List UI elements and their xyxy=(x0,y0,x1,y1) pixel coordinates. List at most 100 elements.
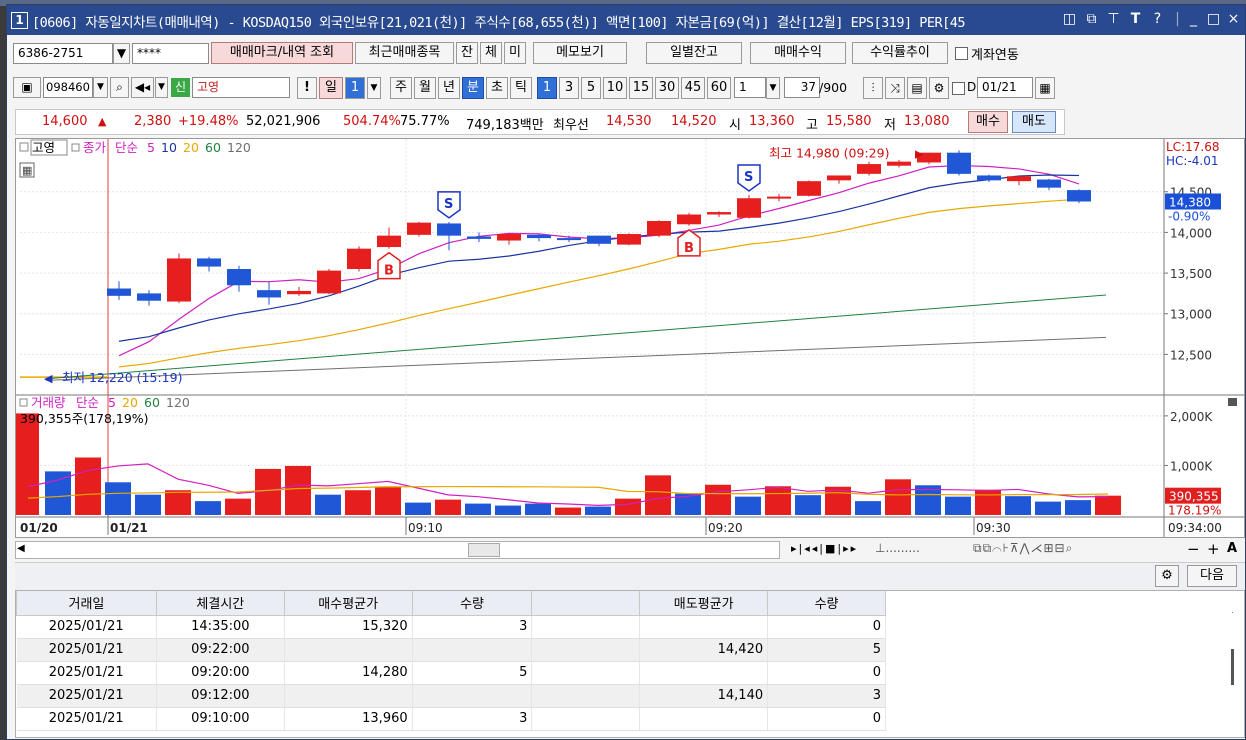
save-icon[interactable]: ▤ xyxy=(907,77,927,99)
minute-5-button[interactable]: 5 xyxy=(581,77,601,99)
volume-bar xyxy=(855,501,881,515)
period-tick-button[interactable]: 틱 xyxy=(510,77,532,99)
candle-body xyxy=(587,235,611,244)
col-sell-qty[interactable]: 수량 xyxy=(767,591,886,616)
low-note: 최저 12,220 (15:19) xyxy=(62,370,182,385)
minute-10-button[interactable]: 10 xyxy=(603,77,627,99)
trade-mark-query-button[interactable]: 매매마크/내역 조회 xyxy=(211,42,353,64)
candlestick-volume-chart[interactable]: B S B S 최고 14,980 (09:29) ▶ ◀ 최저 12,220 (15:19)… xyxy=(13,139,1244,537)
overlay-icon[interactable]: ⤨ xyxy=(885,77,905,99)
date-input[interactable]: 01/21 xyxy=(977,77,1033,98)
count-input[interactable]: 37 xyxy=(784,77,820,98)
search-icon[interactable]: ⌕ xyxy=(110,77,129,98)
pin-icon[interactable]: ⧉ xyxy=(1083,11,1100,29)
interval-dropdown-icon[interactable]: ▼ xyxy=(766,77,780,99)
interval-input[interactable]: 1 xyxy=(734,77,766,98)
period-dropdown-icon[interactable]: ▼ xyxy=(367,77,381,99)
stock-name-input[interactable]: 고영 xyxy=(192,77,290,98)
period-minute-button[interactable]: 분 xyxy=(462,77,484,99)
minute-15-button[interactable]: 15 xyxy=(629,77,653,99)
table-row[interactable]: 2025/01/21 09:10:00 13,960 3 0 xyxy=(16,707,886,731)
alert-icon[interactable]: ! xyxy=(297,77,317,99)
recent-trades-button[interactable]: 최근매매종목 xyxy=(355,42,454,64)
sound-icon[interactable]: ◀◂ xyxy=(131,77,154,98)
table-row[interactable]: 2025/01/21 09:20:00 14,280 5 0 xyxy=(16,661,886,685)
volume-bar xyxy=(1095,495,1121,515)
settings-icon[interactable]: ⚙ xyxy=(929,77,949,99)
account-dropdown-icon[interactable]: ▼ xyxy=(113,43,130,64)
candle-body xyxy=(137,293,161,301)
memo-button[interactable]: 메모보기 xyxy=(533,42,627,64)
col-blank xyxy=(531,591,641,616)
period-day-count[interactable]: 1 xyxy=(345,77,365,99)
minute-45-button[interactable]: 45 xyxy=(681,77,705,99)
price-legend-item: 60 xyxy=(205,140,221,155)
ask-price: 14,530 xyxy=(606,114,652,129)
period-month-button[interactable]: 월 xyxy=(414,77,436,99)
col-sell-avg[interactable]: 매도평균가 xyxy=(639,591,769,616)
restore-icon[interactable]: ◫ xyxy=(1061,11,1078,29)
table-row[interactable]: 2025/01/21 09:12:00 14,140 3 xyxy=(16,684,886,708)
table-cell xyxy=(412,638,533,662)
table-row[interactable]: 2025/01/21 09:22:00 14,420 5 xyxy=(16,638,886,662)
password-input[interactable]: **** xyxy=(132,43,209,64)
price-tick-label: 14,000 xyxy=(1170,226,1212,240)
calendar-icon[interactable]: ▦ xyxy=(1035,77,1055,99)
table-scrollbar[interactable] xyxy=(1231,649,1234,685)
daily-balance-button[interactable]: 일별잔고 xyxy=(646,42,742,64)
minute-30-button[interactable]: 30 xyxy=(655,77,679,99)
volume-bar xyxy=(375,487,401,515)
window-number[interactable]: 1 xyxy=(11,12,28,29)
chart-area[interactable]: B S B S 최고 14,980 (09:29) ▶ ◀ 최저 12,220 (15:19)… xyxy=(13,138,1245,538)
buy-button[interactable]: 매수 xyxy=(968,111,1008,133)
account-input[interactable]: 6386-2751 xyxy=(13,43,113,64)
trade-profit-button[interactable]: 매매수익 xyxy=(750,42,846,64)
date-checkbox[interactable] xyxy=(952,82,965,95)
scroll-left-icon[interactable]: ◀ xyxy=(17,543,25,554)
table-row[interactable]: 2025/01/21 14:35:00 15,320 3 0 xyxy=(16,615,886,639)
zoom-out-icon[interactable]: − xyxy=(1187,540,1200,558)
font-icon[interactable]: T xyxy=(1127,11,1144,29)
period-second-button[interactable]: 초 xyxy=(486,77,508,99)
code-dropdown-icon[interactable]: ▼ xyxy=(93,77,108,98)
horizontal-scrollbar[interactable] xyxy=(15,541,780,559)
filled-button[interactable]: 체 xyxy=(480,42,502,64)
auto-scale-icon[interactable]: A xyxy=(1227,541,1237,556)
col-buy-avg[interactable]: 매수평균가 xyxy=(283,591,413,616)
table-header-row: 거래일 체결시간 매수평균가 수량 매도평균가 수량 xyxy=(16,591,886,616)
playback-controls-icon[interactable]: ▸|◂◂|■|▸▸ xyxy=(791,542,858,555)
drawing-tools-icon[interactable]: ⧉⧉⌒⊦⊼⋀⋌⊞⊟⌕ xyxy=(973,541,1073,556)
zoom-in-icon[interactable]: + xyxy=(1207,540,1220,558)
period-week-button[interactable]: 주 xyxy=(390,77,412,99)
close-icon[interactable]: × xyxy=(1225,11,1242,29)
account-link-checkbox[interactable] xyxy=(955,47,968,60)
zoom-slider[interactable]: ⊥......... xyxy=(875,541,920,555)
stock-code-input[interactable]: 098460 xyxy=(43,77,93,98)
period-year-button[interactable]: 년 xyxy=(438,77,460,99)
return-trend-button[interactable]: 수익률추이 xyxy=(852,42,948,64)
chart-menu-icon[interactable]: ▣ xyxy=(13,77,41,98)
table-settings-icon[interactable]: ⚙ xyxy=(1155,565,1179,587)
minute-60-button[interactable]: 60 xyxy=(707,77,731,99)
period-day-button[interactable]: 일 xyxy=(319,77,343,99)
minute-1-button[interactable]: 1 xyxy=(537,77,557,99)
volume-bar xyxy=(75,457,101,515)
indicator-add-icon[interactable]: ⫶ xyxy=(863,77,883,99)
scroll-thumb[interactable] xyxy=(468,543,500,557)
sell-button[interactable]: 매도 xyxy=(1012,111,1056,133)
candle-body xyxy=(167,258,191,302)
col-buy-qty[interactable]: 수량 xyxy=(411,591,533,616)
maximize-icon[interactable]: □ xyxy=(1205,11,1222,29)
next-button[interactable]: 다음 xyxy=(1187,565,1237,587)
help-icon[interactable]: ? xyxy=(1149,11,1166,29)
volume-bar xyxy=(795,495,821,515)
minute-3-button[interactable]: 3 xyxy=(559,77,579,99)
col-trade-date[interactable]: 거래일 xyxy=(16,591,157,616)
stack-icon[interactable]: ⊤ xyxy=(1105,11,1122,29)
title-bar[interactable]: 1 [0606] 자동일지차트(매매내역) - KOSDAQ150 외국인보유[… xyxy=(7,5,1245,35)
unfilled-button[interactable]: 미 xyxy=(504,42,526,64)
sound-dropdown-icon[interactable]: ▼ xyxy=(155,77,168,98)
col-exec-time[interactable]: 체결시간 xyxy=(155,591,285,616)
minimize-icon[interactable]: _ xyxy=(1185,11,1202,29)
balance-button[interactable]: 잔 xyxy=(456,42,478,64)
